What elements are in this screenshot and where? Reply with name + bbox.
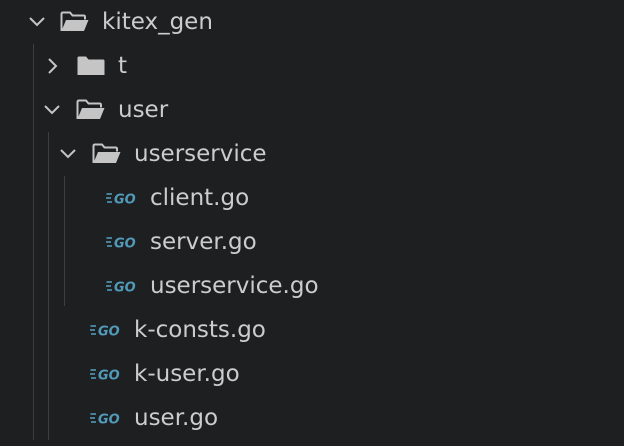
folder-icon <box>77 56 105 75</box>
chevron-down-icon[interactable] <box>40 98 64 122</box>
folder-open-icon <box>92 143 121 163</box>
go-file-icon: GO <box>90 325 120 339</box>
svg-text:GO: GO <box>114 281 136 295</box>
go-file-icon: GO <box>106 193 136 207</box>
tree-item-label: userservice <box>134 141 267 167</box>
tree-file-k-user-go[interactable]: GO k-user.go <box>0 352 624 396</box>
tree-file-k-consts-go[interactable]: GO k-consts.go <box>0 308 624 352</box>
tree-file-user-go[interactable]: GO user.go <box>0 396 624 440</box>
tree-folder-kitex-gen[interactable]: kitex_gen <box>0 0 624 44</box>
go-file-icon: GO <box>106 281 136 295</box>
chevron-right-icon[interactable] <box>40 54 64 78</box>
tree-item-label: client.go <box>150 185 250 211</box>
svg-text:GO: GO <box>98 369 120 383</box>
tree-file-server-go[interactable]: GO server.go <box>0 220 624 264</box>
tree-folder-user[interactable]: user <box>0 88 624 132</box>
go-file-icon: GO <box>106 237 136 251</box>
svg-text:GO: GO <box>114 237 136 251</box>
tree-item-label: user.go <box>134 405 219 431</box>
tree-folder-t[interactable]: t <box>0 44 624 88</box>
tree-item-label: user <box>118 97 169 123</box>
svg-text:GO: GO <box>114 193 136 207</box>
file-explorer-tree: kitex_gen t user userservice GO client.g… <box>0 0 624 446</box>
go-file-icon: GO <box>90 369 120 383</box>
svg-text:GO: GO <box>98 413 120 427</box>
tree-item-label: k-user.go <box>134 361 240 387</box>
tree-item-label: k-consts.go <box>134 317 266 343</box>
svg-text:GO: GO <box>98 325 120 339</box>
tree-item-label: userservice.go <box>150 273 319 299</box>
chevron-down-icon[interactable] <box>56 142 80 166</box>
tree-folder-userservice[interactable]: userservice <box>0 132 624 176</box>
folder-open-icon <box>76 99 105 119</box>
tree-file-userservice-go[interactable]: GO userservice.go <box>0 264 624 308</box>
tree-item-label: kitex_gen <box>102 9 213 35</box>
tree-file-client-go[interactable]: GO client.go <box>0 176 624 220</box>
folder-open-icon <box>60 11 89 31</box>
tree-item-label: t <box>118 53 128 79</box>
tree-item-label: server.go <box>150 229 257 255</box>
go-file-icon: GO <box>90 413 120 427</box>
chevron-down-icon[interactable] <box>25 10 49 34</box>
